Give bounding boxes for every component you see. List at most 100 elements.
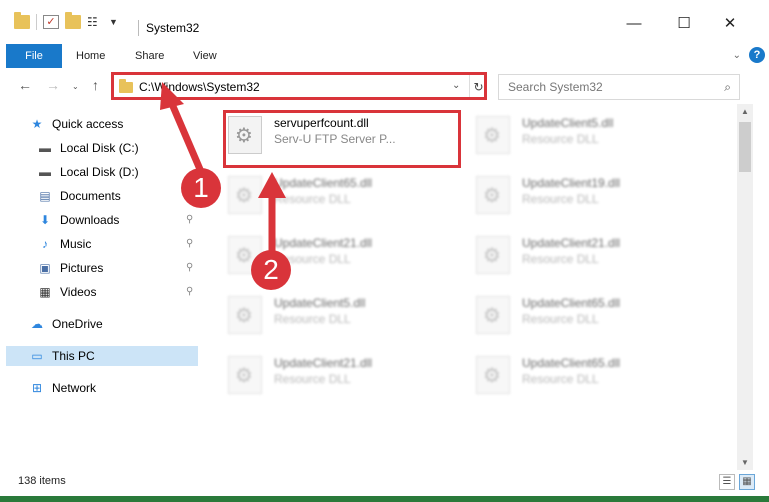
file-description: Resource DLL [274, 312, 351, 326]
file-name: UpdateClient5.dll [522, 116, 614, 130]
folder-icon [14, 12, 30, 29]
computer-icon: ▭ [31, 348, 43, 363]
pin-icon[interactable]: ⚲ [186, 262, 193, 273]
item-count: 138 items [18, 475, 66, 487]
vertical-scrollbar[interactable]: ▲ ▼ [737, 104, 753, 470]
video-icon: ▦ [39, 284, 51, 299]
drive-icon: ▬ [39, 140, 51, 155]
scroll-up-icon[interactable]: ▲ [737, 107, 753, 116]
dll-file-icon [476, 116, 510, 154]
picture-icon: ▣ [39, 260, 51, 275]
back-arrow-icon[interactable]: ← [18, 77, 32, 93]
file-name: UpdateClient5.dll [274, 296, 366, 310]
search-input[interactable]: Search System32 ⌕ [498, 74, 740, 100]
close-button[interactable]: ✕ [707, 12, 753, 36]
ribbon-tabs: File Home Share View ⌄ ? [0, 44, 769, 68]
dll-file-icon [476, 176, 510, 214]
pin-icon[interactable]: ⚲ [186, 286, 193, 297]
dll-file-icon [476, 236, 510, 274]
dll-file-icon [228, 356, 262, 394]
tab-home[interactable]: Home [76, 44, 105, 68]
maximize-button[interactable]: ☐ [661, 12, 707, 36]
sidebar-item-onedrive[interactable]: ☁ OneDrive [30, 314, 103, 334]
details-view-icon[interactable]: ☰ [719, 474, 735, 490]
file-item[interactable]: UpdateClient21.dll Resource DLL [468, 228, 708, 284]
sidebar-item-local-disk-c[interactable]: ▬ Local Disk (C:) [38, 138, 139, 158]
step-badge-2: 2 [251, 250, 291, 290]
step-badge-1: 1 [181, 168, 221, 208]
chevron-down-icon[interactable]: ▼ [109, 15, 118, 29]
new-folder-icon[interactable] [65, 12, 81, 29]
sidebar-item-label: OneDrive [52, 317, 103, 331]
file-name: UpdateClient21.dll [274, 236, 373, 250]
scroll-down-icon[interactable]: ▼ [737, 458, 753, 467]
sidebar-item-music[interactable]: ♪ Music [38, 234, 91, 254]
sidebar-item-label: Quick access [52, 117, 124, 131]
music-icon: ♪ [42, 236, 48, 251]
file-name: UpdateClient19.dll [522, 176, 621, 190]
file-description: Resource DLL [522, 252, 599, 266]
sidebar-item-documents[interactable]: ▤ Documents [38, 186, 121, 206]
dll-file-icon [476, 296, 510, 334]
file-item[interactable]: UpdateClient5.dll Resource DLL [220, 288, 460, 344]
file-item[interactable]: UpdateClient19.dll Resource DLL [468, 168, 708, 224]
file-item[interactable]: UpdateClient5.dll Resource DLL [468, 108, 708, 164]
sidebar-item-label: Documents [60, 189, 121, 203]
help-icon[interactable]: ? [749, 47, 765, 63]
window-title: System32 [146, 21, 200, 35]
file-item[interactable]: UpdateClient65.dll Resource DLL [468, 348, 708, 404]
sidebar-item-downloads[interactable]: ⬇ Downloads [38, 210, 119, 230]
sidebar-item-this-pc[interactable]: ▭ This PC [6, 346, 198, 366]
sidebar-item-label: Music [60, 237, 92, 251]
file-name: UpdateClient65.dll [274, 176, 373, 190]
recent-chevron-icon[interactable]: ⌄ [72, 82, 79, 91]
file-description: Resource DLL [522, 372, 599, 386]
download-icon: ⬇ [39, 212, 51, 227]
search-icon[interactable]: ⌕ [724, 80, 731, 95]
quick-access-toolbar: ✓ ☷ ▼ [14, 12, 118, 30]
file-item[interactable]: UpdateClient65.dll Resource DLL [220, 168, 460, 224]
file-item[interactable]: UpdateClient21.dll Resource DLL [220, 348, 460, 404]
file-description: Resource DLL [522, 192, 599, 206]
pin-icon[interactable]: ⚲ [186, 214, 193, 225]
file-name: UpdateClient21.dll [274, 356, 373, 370]
file-highlight-box [223, 110, 461, 168]
file-description: Resource DLL [522, 312, 599, 326]
tiles-view-icon[interactable]: ▦ [739, 474, 755, 490]
search-placeholder: Search System32 [508, 80, 603, 94]
document-icon: ▤ [39, 188, 51, 203]
sidebar-item-label: Pictures [60, 261, 104, 275]
dll-file-icon [476, 356, 510, 394]
properties-icon[interactable]: ✓ [43, 15, 59, 29]
star-icon: ★ [31, 116, 43, 131]
drive-icon: ▬ [39, 164, 51, 179]
scroll-thumb[interactable] [739, 122, 751, 172]
sidebar-item-pictures[interactable]: ▣ Pictures [38, 258, 103, 278]
network-icon: ⊞ [31, 380, 43, 395]
tab-file[interactable]: File [6, 44, 62, 68]
file-name: UpdateClient65.dll [522, 356, 621, 370]
minimize-button[interactable]: — [611, 12, 657, 36]
status-bar: 138 items ☰ ▦ [0, 472, 769, 494]
up-arrow-icon[interactable]: ↑ [92, 77, 99, 93]
tab-view[interactable]: View [193, 44, 217, 68]
toolbar-divider [36, 14, 37, 30]
tab-share[interactable]: Share [135, 44, 164, 68]
expand-ribbon-icon[interactable]: ⌄ [733, 50, 741, 61]
file-description: Resource DLL [274, 192, 351, 206]
forward-arrow-icon[interactable]: → [46, 77, 60, 93]
sidebar-item-label: Videos [60, 285, 97, 299]
file-item[interactable]: UpdateClient65.dll Resource DLL [468, 288, 708, 344]
sidebar-item-quick-access[interactable]: ★ Quick access [30, 114, 124, 134]
file-name: UpdateClient21.dll [522, 236, 621, 250]
sidebar-item-local-disk-d[interactable]: ▬ Local Disk (D:) [38, 162, 139, 182]
address-highlight-box [111, 72, 487, 100]
dll-file-icon [228, 296, 262, 334]
navigation-pane: ★ Quick access ▬ Local Disk (C:) ▬ Local… [0, 108, 206, 468]
sidebar-item-network[interactable]: ⊞ Network [30, 378, 96, 398]
pin-icon[interactable]: ⚲ [186, 238, 193, 249]
sidebar-item-videos[interactable]: ▦ Videos [38, 282, 96, 302]
sidebar-item-label: Local Disk (D:) [60, 165, 139, 179]
dll-file-icon [228, 176, 262, 214]
customize-icon[interactable]: ☷ [87, 15, 103, 29]
